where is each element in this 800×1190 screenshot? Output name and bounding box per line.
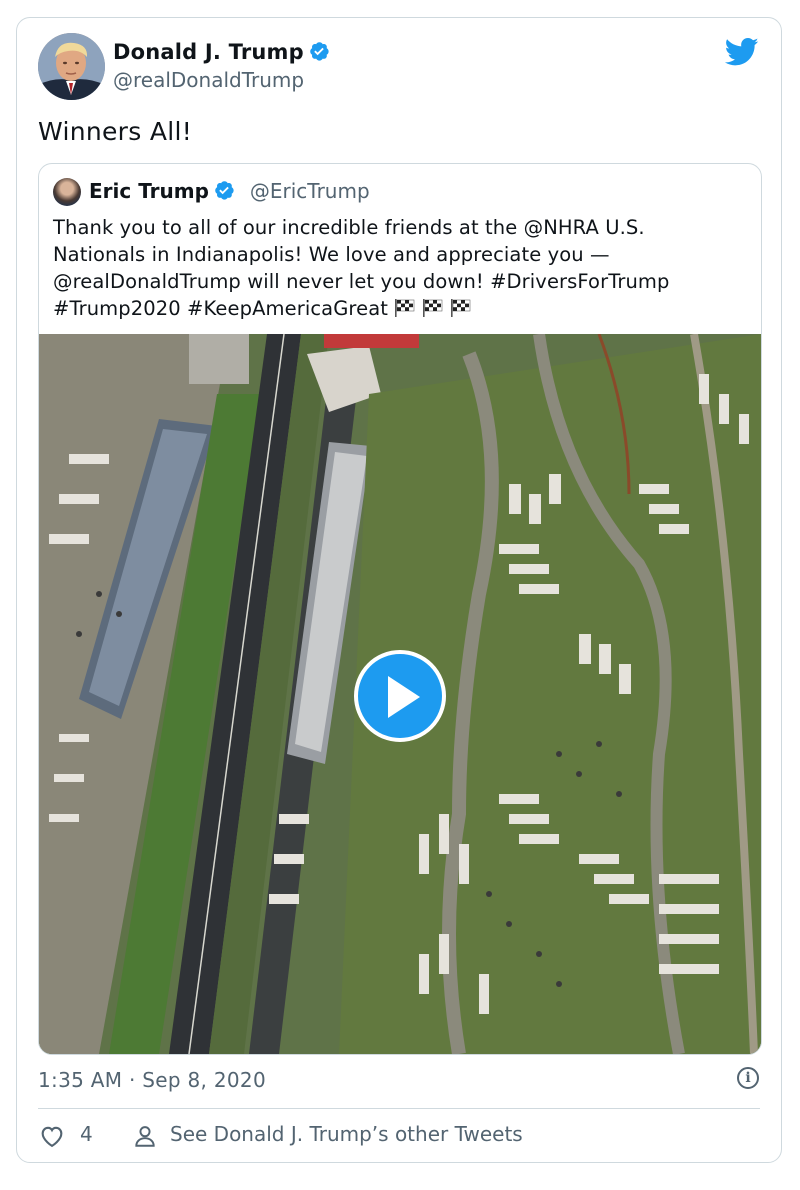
info-icon[interactable]: i: [737, 1067, 759, 1089]
quoted-text-line-last: #Trump2020 #KeepAmericaGreat: [53, 295, 753, 322]
author-handle[interactable]: @realDonaldTrump: [113, 68, 304, 92]
quoted-tweet-text: Thank you to all of our incredible frien…: [53, 214, 753, 322]
play-icon: [388, 676, 420, 718]
tweet-timestamp[interactable]: 1:35 AM · Sep 8, 2020: [38, 1068, 266, 1092]
video-thumbnail[interactable]: [39, 334, 761, 1054]
twitter-bird-icon[interactable]: [725, 37, 759, 67]
heart-icon[interactable]: [38, 1122, 66, 1150]
chequered-flag-icon: [423, 299, 443, 317]
quoted-author-handle[interactable]: @EricTrump: [250, 179, 370, 203]
quoted-text-line: Nationals in Indianapolis! We love and a…: [53, 243, 610, 266]
quoted-author-name[interactable]: Eric Trump: [89, 179, 209, 203]
divider: [38, 1108, 760, 1109]
embedded-tweet-card: Donald J. Trump @realDonaldTrump Winners…: [16, 17, 782, 1163]
like-count[interactable]: 4: [80, 1122, 93, 1146]
play-button[interactable]: [354, 650, 446, 742]
verified-badge-icon: [310, 42, 329, 61]
quoted-author-row[interactable]: Eric Trump @EricTrump: [89, 179, 370, 203]
person-icon[interactable]: [132, 1122, 158, 1150]
author-avatar[interactable]: [38, 33, 105, 100]
quoted-tweet[interactable]: Eric Trump @EricTrump Thank you to all o…: [38, 163, 762, 1055]
chequered-flag-icon: [395, 299, 415, 317]
quoted-text-hashtags: #Trump2020 #KeepAmericaGreat: [53, 297, 389, 320]
verified-badge-icon: [215, 181, 234, 200]
author-name-row[interactable]: Donald J. Trump: [113, 40, 330, 64]
chequered-flag-icon: [451, 299, 471, 317]
tweet-text: Winners All!: [38, 117, 193, 146]
quoted-text-line: @realDonaldTrump will never let you down…: [53, 270, 670, 293]
author-name[interactable]: Donald J. Trump: [113, 40, 304, 64]
quoted-text-line: Thank you to all of our incredible frien…: [53, 216, 645, 239]
other-tweets-link[interactable]: See Donald J. Trump’s other Tweets: [170, 1122, 523, 1146]
quoted-author-avatar[interactable]: [53, 178, 81, 206]
